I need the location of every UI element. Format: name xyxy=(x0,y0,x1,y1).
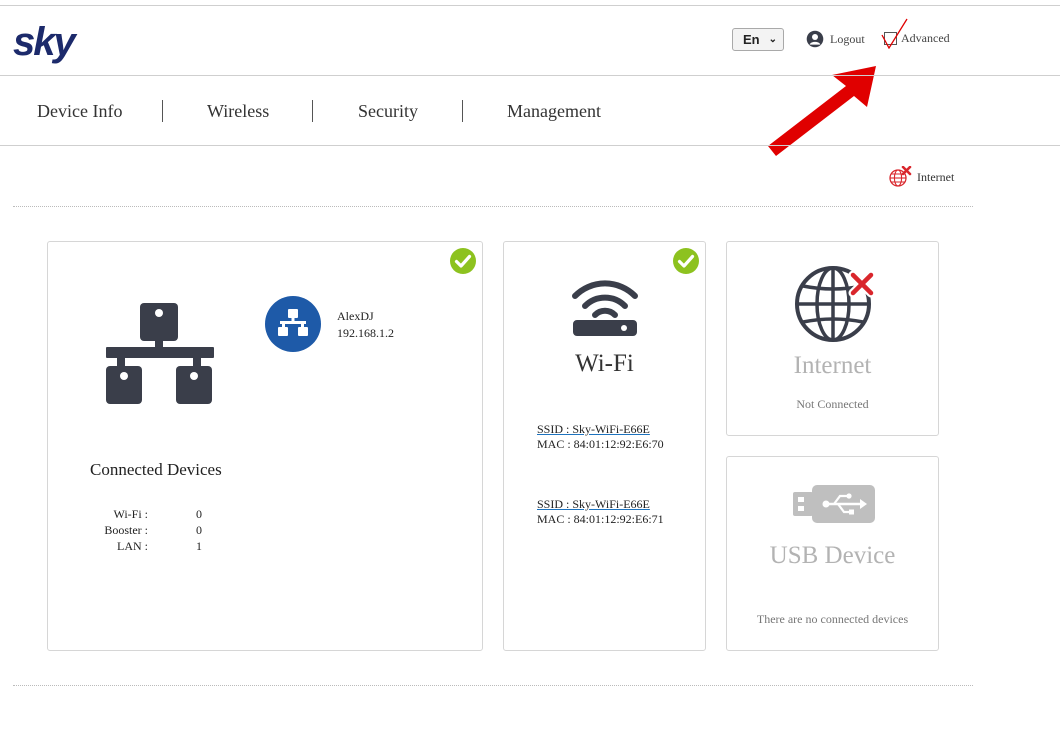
connected-devices-card[interactable]: AlexDJ 192.168.1.2 Connected Devices Wi-… xyxy=(47,241,483,651)
device-count-list: Wi-Fi : 0 Booster : 0 LAN : 1 xyxy=(78,507,278,567)
nav-separator xyxy=(312,100,313,122)
usb-device-status: There are no connected devices xyxy=(756,612,909,626)
red-arrow-annotation-icon xyxy=(768,66,876,156)
internet-status-label: Internet xyxy=(917,169,955,184)
lan-count-label: LAN : xyxy=(117,539,148,553)
wifi-count-label: Wi-Fi : xyxy=(113,507,148,521)
internet-title: Internet xyxy=(793,352,872,379)
booster-count-value: 0 xyxy=(196,523,202,537)
network-icon xyxy=(106,303,214,404)
nav-separator xyxy=(462,100,463,122)
wifi-router-icon xyxy=(572,280,638,336)
tab-security[interactable]: Security xyxy=(358,101,418,122)
lan-count-value: 1 xyxy=(196,539,202,553)
ssid-link-1[interactable]: SSID : Sky-WiFi-E66E xyxy=(537,422,650,437)
mac-address-2: MAC : 84:01:12:92:E6:71 xyxy=(537,512,664,526)
wifi-card[interactable]: Wi-Fi SSID : Sky-WiFi-E66E MAC : 84:01:1… xyxy=(503,241,706,651)
internet-card[interactable]: Internet Not Connected xyxy=(726,241,939,436)
globe-error-icon xyxy=(889,166,912,187)
tab-management[interactable]: Management xyxy=(507,101,601,122)
wifi-title: Wi-Fi xyxy=(575,350,634,377)
booster-count-label: Booster : xyxy=(104,523,148,537)
chevron-down-icon: ⌄ xyxy=(768,34,778,45)
internet-connection-status: Not Connected xyxy=(796,397,869,411)
logout-link[interactable]: Logout xyxy=(806,30,865,48)
usb-device-card[interactable]: USB Device There are no connected device… xyxy=(726,456,939,651)
nav-separator xyxy=(162,100,163,122)
wifi-count-value: 0 xyxy=(196,507,202,521)
top-border xyxy=(0,5,1060,6)
header-divider xyxy=(0,75,1060,76)
device-ip: 192.168.1.2 xyxy=(337,326,394,340)
tab-wireless[interactable]: Wireless xyxy=(207,101,269,122)
check-circle-icon xyxy=(673,248,699,274)
connected-devices-title: Connected Devices xyxy=(90,460,222,479)
checkmark-annotation-icon xyxy=(881,18,908,49)
language-select-value: En xyxy=(743,32,760,47)
internet-status-indicator: Internet xyxy=(888,166,954,188)
sky-logo[interactable]: sky xyxy=(13,22,76,62)
logout-label: Logout xyxy=(830,31,865,46)
device-name: AlexDJ xyxy=(337,309,374,323)
dotted-divider xyxy=(13,206,973,207)
language-select[interactable]: En ⌄ xyxy=(732,28,784,51)
usb-drive-icon xyxy=(793,485,875,523)
usb-device-title: USB Device xyxy=(769,542,896,569)
user-icon xyxy=(806,30,824,48)
dotted-divider xyxy=(13,685,973,686)
connected-device-badge-icon[interactable] xyxy=(265,296,321,352)
check-circle-icon xyxy=(450,248,476,274)
nav-divider xyxy=(0,145,1060,146)
globe-disconnected-icon xyxy=(795,266,876,342)
mac-address-1: MAC : 84:01:12:92:E6:70 xyxy=(537,437,664,451)
ssid-link-2[interactable]: SSID : Sky-WiFi-E66E xyxy=(537,497,650,512)
tab-device-info[interactable]: Device Info xyxy=(37,101,122,122)
